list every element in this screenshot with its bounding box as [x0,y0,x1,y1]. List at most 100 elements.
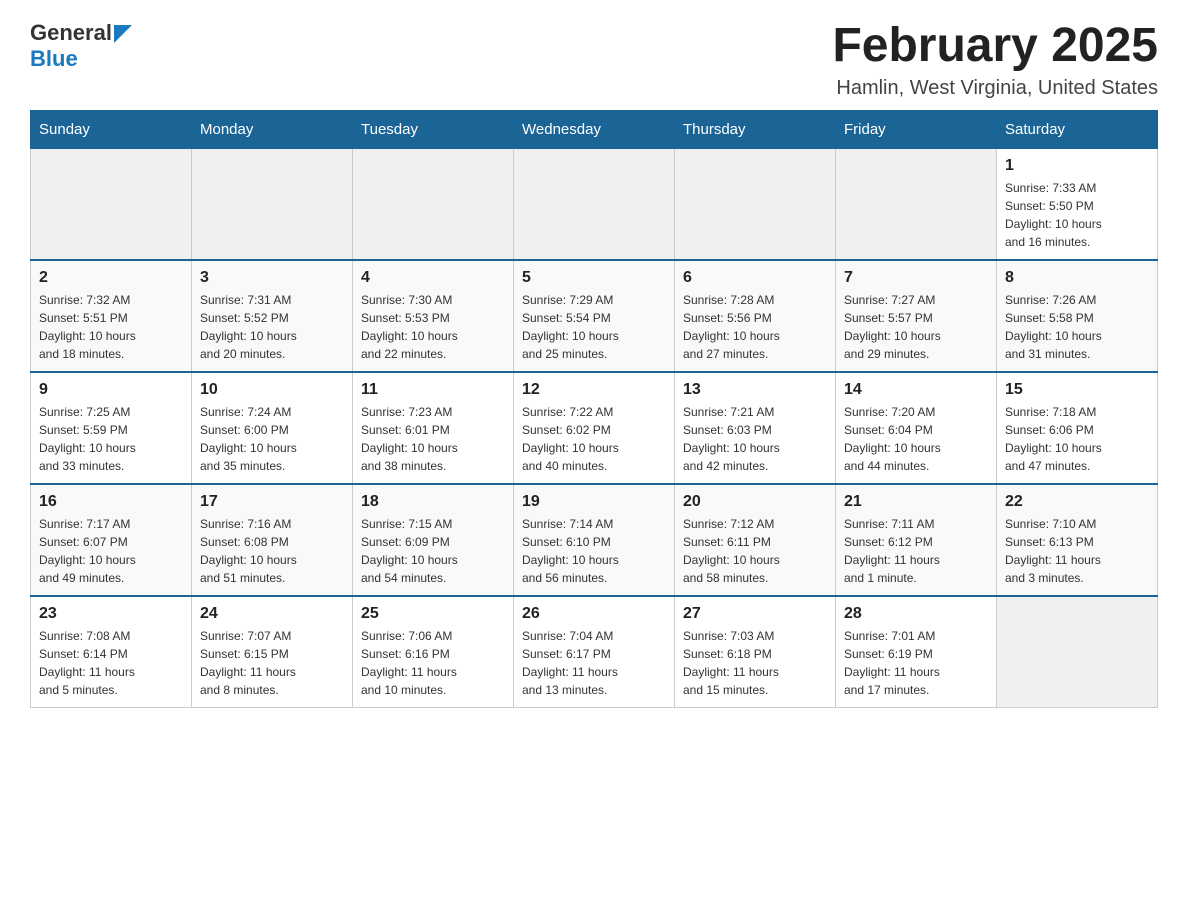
day-number: 2 [39,269,183,287]
day-info: Sunrise: 7:18 AM Sunset: 6:06 PM Dayligh… [1005,403,1149,475]
calendar-day-cell: 18Sunrise: 7:15 AM Sunset: 6:09 PM Dayli… [353,484,514,596]
calendar-day-cell: 10Sunrise: 7:24 AM Sunset: 6:00 PM Dayli… [192,372,353,484]
day-number: 3 [200,269,344,287]
calendar-day-cell [997,596,1158,708]
calendar-day-cell: 2 Sunrise: 7:32 AM Sunset: 5:51 PM Daylig… [31,260,192,372]
day-info: Sunrise: 7:25 AM Sunset: 5:59 PM Dayligh… [39,403,183,475]
logo-arrow-icon [114,25,132,43]
day-info: Sunrise: 7:06 AM Sunset: 6:16 PM Dayligh… [361,627,505,699]
day-number: 7 [844,269,988,287]
day-info: Sunrise: 7:32 AM Sunset: 5:51 PM Dayligh… [39,291,183,363]
calendar-day-header: Saturday [997,110,1158,148]
day-number: 13 [683,381,827,399]
day-info: Sunrise: 7:30 AM Sunset: 5:53 PM Dayligh… [361,291,505,363]
day-number: 18 [361,493,505,511]
day-number: 27 [683,605,827,623]
day-info: Sunrise: 7:11 AM Sunset: 6:12 PM Dayligh… [844,515,988,587]
calendar-day-cell: 11 Sunrise: 7:23 AM Sunset: 6:01 PM Dayli… [353,372,514,484]
logo-blue-text: Blue [30,46,78,72]
day-info: Sunrise: 7:17 AM Sunset: 6:07 PM Dayligh… [39,515,183,587]
day-number: 25 [361,605,505,623]
day-number: 24 [200,605,344,623]
calendar-day-header: Friday [836,110,997,148]
title-section: February 2025 Hamlin, West Virginia, Uni… [832,20,1158,100]
day-info: Sunrise: 7:21 AM Sunset: 6:03 PM Dayligh… [683,403,827,475]
calendar-week-row: 1 Sunrise: 7:33 AM Sunset: 5:50 PM Daylig… [31,148,1158,260]
calendar-day-cell: 3 Sunrise: 7:31 AM Sunset: 5:52 PM Daylig… [192,260,353,372]
calendar-day-cell: 19 Sunrise: 7:14 AM Sunset: 6:10 PM Dayli… [514,484,675,596]
calendar-week-row: 9 Sunrise: 7:25 AM Sunset: 5:59 PM Daylig… [31,372,1158,484]
calendar-day-cell: 26 Sunrise: 7:04 AM Sunset: 6:17 PM Dayli… [514,596,675,708]
calendar-day-cell: 24 Sunrise: 7:07 AM Sunset: 6:15 PM Dayli… [192,596,353,708]
day-info: Sunrise: 7:16 AM Sunset: 6:08 PM Dayligh… [200,515,344,587]
day-number: 14 [844,381,988,399]
day-number: 12 [522,381,666,399]
day-number: 22 [1005,493,1149,511]
calendar-day-cell [514,148,675,260]
calendar-day-cell: 12 Sunrise: 7:22 AM Sunset: 6:02 PM Dayli… [514,372,675,484]
day-info: Sunrise: 7:23 AM Sunset: 6:01 PM Dayligh… [361,403,505,475]
day-info: Sunrise: 7:29 AM Sunset: 5:54 PM Dayligh… [522,291,666,363]
day-number: 19 [522,493,666,511]
day-info: Sunrise: 7:27 AM Sunset: 5:57 PM Dayligh… [844,291,988,363]
calendar-day-cell: 22 Sunrise: 7:10 AM Sunset: 6:13 PM Dayli… [997,484,1158,596]
day-info: Sunrise: 7:01 AM Sunset: 6:19 PM Dayligh… [844,627,988,699]
logo-general-text: General [30,20,112,46]
day-number: 20 [683,493,827,511]
page-header: General Blue February 2025 Hamlin, West … [30,20,1158,100]
day-number: 5 [522,269,666,287]
calendar-day-cell [31,148,192,260]
calendar-day-cell: 25 Sunrise: 7:06 AM Sunset: 6:16 PM Dayli… [353,596,514,708]
day-number: 8 [1005,269,1149,287]
day-number: 17 [200,493,344,511]
calendar-day-header: Wednesday [514,110,675,148]
day-info: Sunrise: 7:04 AM Sunset: 6:17 PM Dayligh… [522,627,666,699]
calendar-day-cell: 28 Sunrise: 7:01 AM Sunset: 6:19 PM Dayli… [836,596,997,708]
calendar-day-header: Monday [192,110,353,148]
day-info: Sunrise: 7:22 AM Sunset: 6:02 PM Dayligh… [522,403,666,475]
day-number: 15 [1005,381,1149,399]
day-info: Sunrise: 7:26 AM Sunset: 5:58 PM Dayligh… [1005,291,1149,363]
calendar-day-header: Thursday [675,110,836,148]
day-info: Sunrise: 7:07 AM Sunset: 6:15 PM Dayligh… [200,627,344,699]
calendar-day-cell: 20 Sunrise: 7:12 AM Sunset: 6:11 PM Dayli… [675,484,836,596]
day-info: Sunrise: 7:14 AM Sunset: 6:10 PM Dayligh… [522,515,666,587]
calendar-day-cell: 9 Sunrise: 7:25 AM Sunset: 5:59 PM Daylig… [31,372,192,484]
calendar-day-cell: 14 Sunrise: 7:20 AM Sunset: 6:04 PM Dayli… [836,372,997,484]
calendar-day-cell: 1 Sunrise: 7:33 AM Sunset: 5:50 PM Daylig… [997,148,1158,260]
calendar-day-cell: 13 Sunrise: 7:21 AM Sunset: 6:03 PM Dayli… [675,372,836,484]
calendar-day-cell: 8 Sunrise: 7:26 AM Sunset: 5:58 PM Daylig… [997,260,1158,372]
calendar-day-cell [192,148,353,260]
calendar-day-cell [353,148,514,260]
day-info: Sunrise: 7:10 AM Sunset: 6:13 PM Dayligh… [1005,515,1149,587]
day-info: Sunrise: 7:28 AM Sunset: 5:56 PM Dayligh… [683,291,827,363]
day-info: Sunrise: 7:03 AM Sunset: 6:18 PM Dayligh… [683,627,827,699]
day-number: 26 [522,605,666,623]
calendar-week-row: 16Sunrise: 7:17 AM Sunset: 6:07 PM Dayli… [31,484,1158,596]
calendar-day-cell: 23Sunrise: 7:08 AM Sunset: 6:14 PM Dayli… [31,596,192,708]
logo: General Blue [30,20,132,72]
calendar-day-cell: 4Sunrise: 7:30 AM Sunset: 5:53 PM Daylig… [353,260,514,372]
day-number: 23 [39,605,183,623]
calendar-week-row: 2 Sunrise: 7:32 AM Sunset: 5:51 PM Daylig… [31,260,1158,372]
calendar-day-cell: 16Sunrise: 7:17 AM Sunset: 6:07 PM Dayli… [31,484,192,596]
location-subtitle: Hamlin, West Virginia, United States [832,77,1158,100]
day-info: Sunrise: 7:31 AM Sunset: 5:52 PM Dayligh… [200,291,344,363]
day-number: 28 [844,605,988,623]
calendar-day-cell: 6Sunrise: 7:28 AM Sunset: 5:56 PM Daylig… [675,260,836,372]
calendar-day-cell: 15 Sunrise: 7:18 AM Sunset: 6:06 PM Dayli… [997,372,1158,484]
calendar-day-cell: 27 Sunrise: 7:03 AM Sunset: 6:18 PM Dayli… [675,596,836,708]
day-number: 1 [1005,157,1149,175]
calendar-week-row: 23Sunrise: 7:08 AM Sunset: 6:14 PM Dayli… [31,596,1158,708]
day-info: Sunrise: 7:20 AM Sunset: 6:04 PM Dayligh… [844,403,988,475]
day-number: 9 [39,381,183,399]
calendar-day-cell [836,148,997,260]
calendar-day-cell [675,148,836,260]
calendar-table: SundayMondayTuesdayWednesdayThursdayFrid… [30,110,1158,708]
day-info: Sunrise: 7:33 AM Sunset: 5:50 PM Dayligh… [1005,179,1149,251]
calendar-day-header: Tuesday [353,110,514,148]
day-number: 11 [361,381,505,399]
calendar-day-cell: 7 Sunrise: 7:27 AM Sunset: 5:57 PM Daylig… [836,260,997,372]
calendar-day-cell: 17 Sunrise: 7:16 AM Sunset: 6:08 PM Dayli… [192,484,353,596]
day-info: Sunrise: 7:12 AM Sunset: 6:11 PM Dayligh… [683,515,827,587]
